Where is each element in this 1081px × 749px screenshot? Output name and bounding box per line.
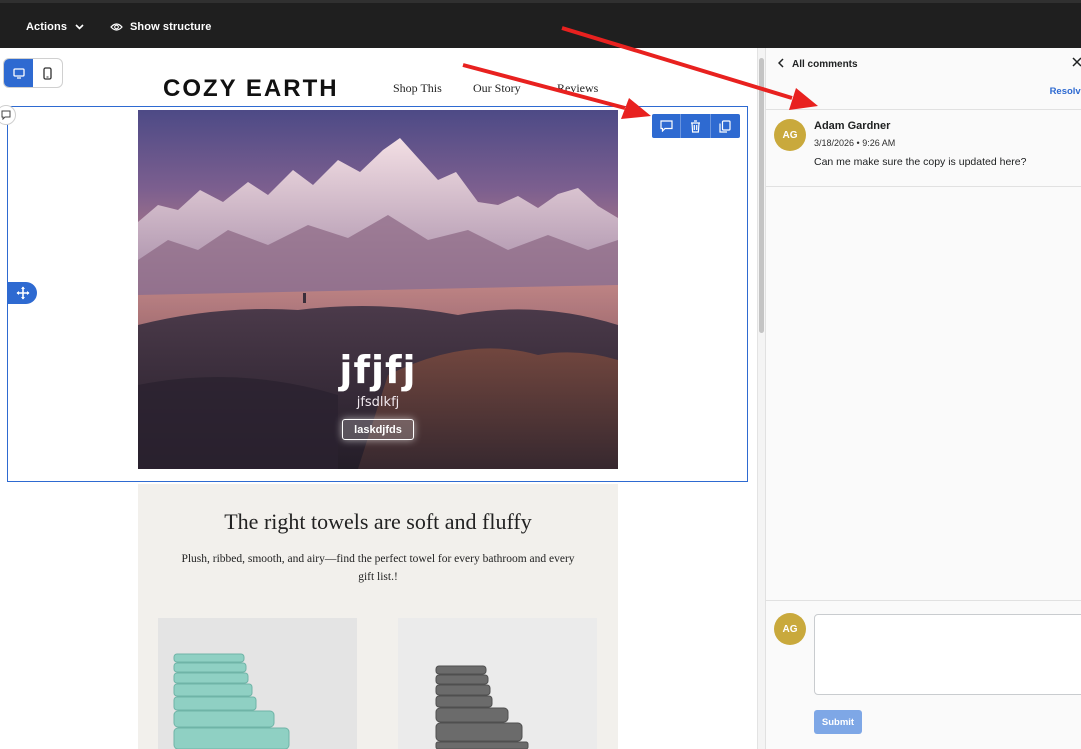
nav-link-shop[interactable]: Shop This	[393, 81, 442, 96]
editor-canvas: COZY EARTH Shop This Our Story Reviews j…	[0, 48, 757, 749]
move-handle-icon[interactable]	[8, 282, 37, 304]
chevron-down-icon	[75, 22, 84, 32]
chevron-left-icon	[777, 57, 784, 71]
towels-section[interactable]: The right towels are soft and fluffy Plu…	[138, 484, 618, 749]
comment-text: Can me make sure the copy is updated her…	[814, 156, 1027, 168]
duplicate-icon	[719, 119, 731, 133]
comment-item: AG Adam Gardner 3/18/2026 • 9:26 AM Can …	[766, 110, 1081, 187]
desktop-icon	[12, 67, 25, 79]
submit-comment-button[interactable]: Submit	[814, 710, 862, 734]
desktop-view-button[interactable]	[4, 59, 33, 87]
show-structure-label: Show structure	[130, 21, 212, 33]
section-heading: The right towels are soft and fluffy	[224, 509, 532, 534]
nav-link-our-story[interactable]: Our Story	[473, 81, 521, 96]
product-image-mint-towels[interactable]	[158, 618, 357, 749]
all-comments-label: All comments	[792, 58, 858, 70]
all-comments-back-button[interactable]: All comments	[777, 57, 858, 71]
brand-logo: COZY EARTH	[163, 75, 339, 102]
scrollbar-thumb[interactable]	[759, 58, 764, 333]
hero-subtitle: jfsdlkfj	[356, 395, 400, 410]
resolve-button[interactable]: Resolve	[1050, 86, 1081, 97]
mint-towel-stack-image	[158, 618, 357, 749]
close-icon[interactable]	[1072, 54, 1081, 70]
section-body: Plush, ribbed, smooth, and airy—find the…	[181, 553, 575, 583]
comment-composer: AG Submit	[766, 600, 1081, 749]
canvas-scrollbar[interactable]	[757, 48, 765, 749]
gray-towel-stack-image	[398, 618, 597, 749]
hero-image-block[interactable]: jfjfj jfsdlkfj laskdjfds	[138, 110, 618, 469]
trash-icon	[690, 119, 700, 133]
product-image-gray-towels[interactable]	[398, 618, 597, 749]
hero-title: jfjfj	[339, 348, 417, 392]
comments-panel: All comments Resolve AG Adam Gardner 3/1…	[765, 48, 1081, 749]
actions-menu-button[interactable]: Actions	[26, 3, 84, 51]
nav-link-reviews[interactable]: Reviews	[557, 81, 598, 96]
comment-input[interactable]	[814, 614, 1081, 695]
device-toggle	[3, 58, 63, 88]
mobile-icon	[43, 66, 52, 80]
eye-icon	[110, 22, 123, 32]
block-toolbar	[652, 114, 740, 138]
duplicate-block-button[interactable]	[711, 114, 740, 138]
comment-author-avatar: AG	[774, 119, 806, 151]
delete-block-button[interactable]	[681, 114, 711, 138]
hero-cta-button[interactable]: laskdjfds	[342, 419, 414, 440]
composer-avatar: AG	[774, 613, 806, 645]
show-structure-button[interactable]: Show structure	[110, 3, 211, 51]
comments-panel-header: All comments Resolve	[766, 48, 1081, 110]
comment-timestamp: 3/18/2026 • 9:26 AM	[814, 138, 896, 148]
top-bar: Actions Show structure	[0, 0, 1081, 48]
actions-label: Actions	[26, 21, 68, 33]
comment-author: Adam Gardner	[814, 120, 891, 132]
mountain-landscape-image	[138, 138, 618, 469]
comment-icon	[660, 120, 673, 132]
add-comment-button[interactable]	[652, 114, 682, 138]
mobile-view-button[interactable]	[33, 59, 62, 87]
